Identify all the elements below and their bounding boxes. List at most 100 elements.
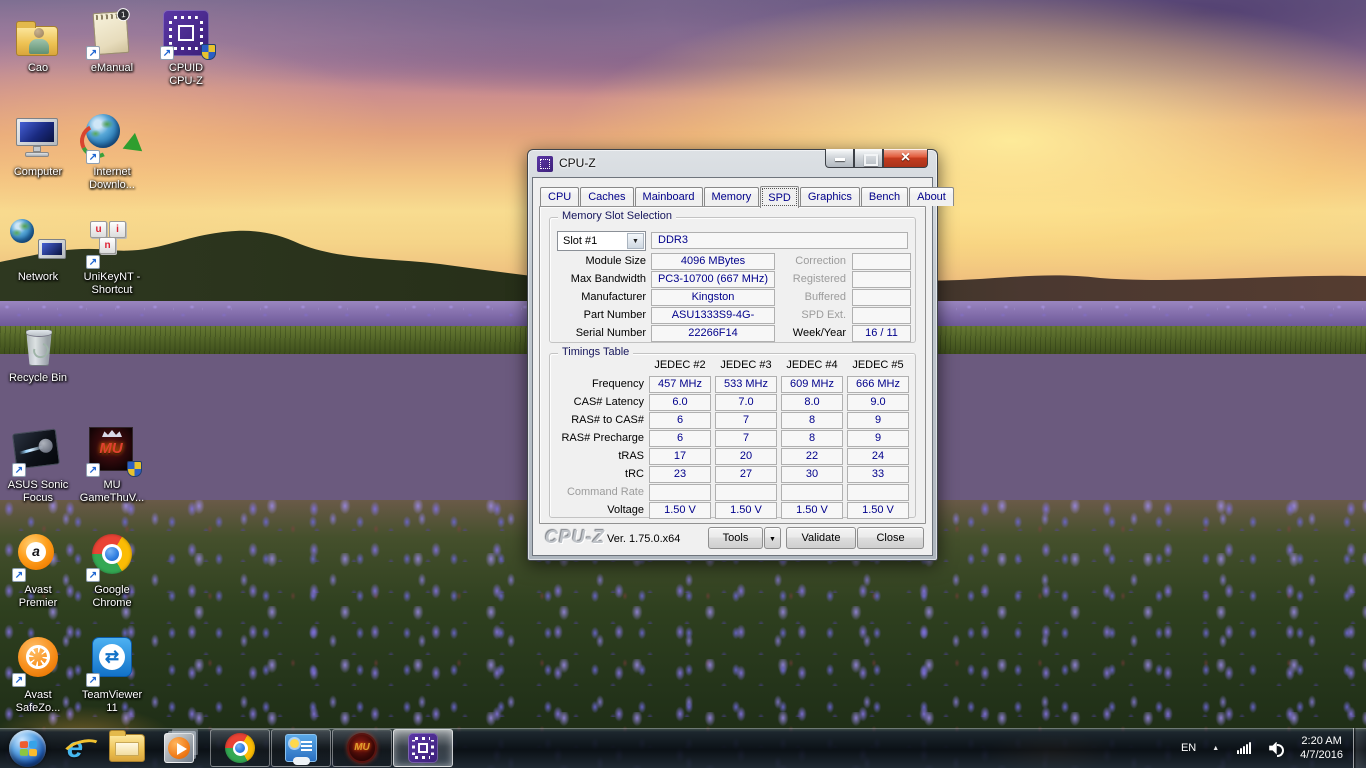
memory-slot-dropdown[interactable]: Slot #1 xyxy=(557,231,646,251)
desktop-icon-recycle-bin[interactable]: Recycle Bin xyxy=(2,318,74,385)
desktop-icon-mu-game[interactable]: MU MU GameThuV... xyxy=(76,425,148,505)
field-label: Serial Number xyxy=(550,327,646,339)
show-hidden-icons-button[interactable]: ▲ xyxy=(1203,742,1228,755)
desktop-icon-label: Google Chrome xyxy=(76,584,148,610)
buffered-field xyxy=(852,289,911,306)
tab-cpu[interactable]: CPU xyxy=(540,187,579,206)
desktop-icon-avast-premier[interactable]: Avast Premier xyxy=(2,530,74,610)
shortcut-arrow-icon xyxy=(86,46,100,60)
timing-cell: 30 xyxy=(781,466,843,483)
shortcut-arrow-icon xyxy=(86,568,100,582)
tools-dropdown-button[interactable] xyxy=(764,527,781,549)
field-label: Part Number xyxy=(550,309,646,321)
field-label: Module Size xyxy=(550,255,646,267)
tab-mainboard[interactable]: Mainboard xyxy=(635,187,703,206)
field-label: SPD Ext. xyxy=(778,309,846,321)
taskbar-item-asus-utility[interactable] xyxy=(271,729,331,767)
maximize-button[interactable] xyxy=(854,149,883,168)
validate-button[interactable]: Validate xyxy=(786,527,856,549)
taskbar-item-mu-game[interactable] xyxy=(332,729,392,767)
tab-memory[interactable]: Memory xyxy=(704,187,760,206)
desktop-icon-label: UniKeyNT - Shortcut xyxy=(76,271,148,297)
key-n-icon: n xyxy=(99,237,116,254)
taskbar-item-windows-explorer[interactable] xyxy=(106,729,148,767)
show-desktop-button[interactable] xyxy=(1353,728,1366,768)
safezone-wheel-icon xyxy=(18,637,58,677)
uac-shield-icon xyxy=(201,44,216,60)
spd-ext-field xyxy=(852,307,911,324)
language-indicator[interactable]: EN xyxy=(1174,739,1203,757)
network-signal-icon[interactable] xyxy=(1237,742,1251,754)
column-header: JEDEC #4 xyxy=(781,359,843,371)
timing-cell: 8 xyxy=(781,430,843,447)
chevron-down-icon[interactable] xyxy=(627,233,644,249)
recycle-bin-icon xyxy=(26,330,52,366)
tab-about[interactable]: About xyxy=(909,187,954,206)
timing-cell: 6 xyxy=(649,412,711,429)
taskbar-item-media-player[interactable] xyxy=(158,729,200,767)
media-player-icon xyxy=(164,733,194,763)
start-button[interactable] xyxy=(9,730,46,767)
windows-flag-icon xyxy=(20,740,37,756)
timing-cell: 533 MHz xyxy=(715,376,777,393)
timing-cell: 7 xyxy=(715,430,777,447)
close-dialog-button[interactable]: Close xyxy=(857,527,924,549)
desktop-icon-google-chrome[interactable]: Google Chrome xyxy=(76,530,148,610)
taskbar-clock[interactable]: 2:20 AM 4/7/2016 xyxy=(1294,734,1353,762)
timing-cell: 6.0 xyxy=(649,394,711,411)
minimize-button[interactable] xyxy=(825,149,854,168)
desktop-icon-label: Network xyxy=(2,271,74,284)
row-label: RAS# Precharge xyxy=(550,432,644,444)
field-label: Manufacturer xyxy=(550,291,646,303)
desktop-icon-label: Cao xyxy=(2,62,74,75)
desktop-icon-asus-sonic[interactable]: ASUS Sonic Focus xyxy=(2,425,74,505)
desktop-icon-cao[interactable]: Cao xyxy=(2,8,74,75)
desktop-icon-label: Avast Premier xyxy=(2,584,74,610)
desktop-icon-cpuid-cpuz[interactable]: CPUID CPU-Z xyxy=(150,8,222,88)
desktop-icon-avast-safezone[interactable]: Avast SafeZo... xyxy=(2,635,74,715)
title-bar[interactable]: CPU-Z xyxy=(528,150,937,177)
key-u-icon: u xyxy=(90,221,107,238)
group-title: Memory Slot Selection xyxy=(558,210,676,222)
tab-bench[interactable]: Bench xyxy=(861,187,908,206)
tab-graphics[interactable]: Graphics xyxy=(800,187,860,206)
part-number-field: ASU1333S9-4G-ECEWG xyxy=(651,307,775,324)
timings-table-group: Timings Table JEDEC #2 JEDEC #3 JEDEC #4… xyxy=(549,353,916,518)
avast-icon xyxy=(18,534,54,570)
taskbar-item-internet-explorer[interactable]: e xyxy=(54,729,96,767)
taskbar-item-cpuz-active[interactable] xyxy=(393,729,453,767)
close-button[interactable] xyxy=(883,149,928,168)
internet-explorer-icon: e xyxy=(67,733,83,763)
explorer-folder-icon xyxy=(109,734,145,762)
desktop-icon-unikey[interactable]: u i n UniKeyNT - Shortcut xyxy=(76,217,148,297)
shortcut-arrow-icon xyxy=(86,150,100,164)
tab-strip: CPU Caches Mainboard Memory SPD Graphics… xyxy=(540,186,955,206)
column-header: JEDEC #5 xyxy=(847,359,909,371)
tab-spd[interactable]: SPD xyxy=(760,186,799,208)
row-label: tRC xyxy=(550,468,644,480)
timing-cell: 8 xyxy=(781,412,843,429)
desktop-icon-computer[interactable]: Computer xyxy=(2,112,74,179)
row-label: Command Rate xyxy=(550,486,644,498)
shortcut-arrow-icon xyxy=(12,568,26,582)
cpuz-logo: CPU-Z xyxy=(545,527,605,548)
desktop-icon-idm[interactable]: Internet Downlo... xyxy=(76,112,148,192)
tools-button[interactable]: Tools xyxy=(708,527,763,549)
desktop-icon-label: Computer xyxy=(2,166,74,179)
volume-icon[interactable] xyxy=(1269,742,1285,755)
field-label: Week/Year xyxy=(778,327,846,339)
max-bandwidth-field: PC3-10700 (667 MHz) xyxy=(651,271,775,288)
taskbar-item-google-chrome[interactable] xyxy=(210,729,270,767)
timing-cell: 1.50 V xyxy=(649,502,711,519)
manufacturer-field: Kingston xyxy=(651,289,775,306)
desktop-icon-emanual[interactable]: eManual xyxy=(76,8,148,75)
window-footer: CPU-Z Ver. 1.75.0.x64 Tools Validate Clo… xyxy=(539,526,926,551)
window-title: CPU-Z xyxy=(559,156,596,170)
desktop-icon-label: MU GameThuV... xyxy=(76,479,148,505)
desktop-icon-teamviewer[interactable]: TeamViewer 11 xyxy=(76,635,148,715)
row-label: Frequency xyxy=(550,378,644,390)
timing-cell: 22 xyxy=(781,448,843,465)
tab-caches[interactable]: Caches xyxy=(580,187,633,206)
correction-field xyxy=(852,253,911,270)
desktop-icon-network[interactable]: Network xyxy=(2,217,74,284)
